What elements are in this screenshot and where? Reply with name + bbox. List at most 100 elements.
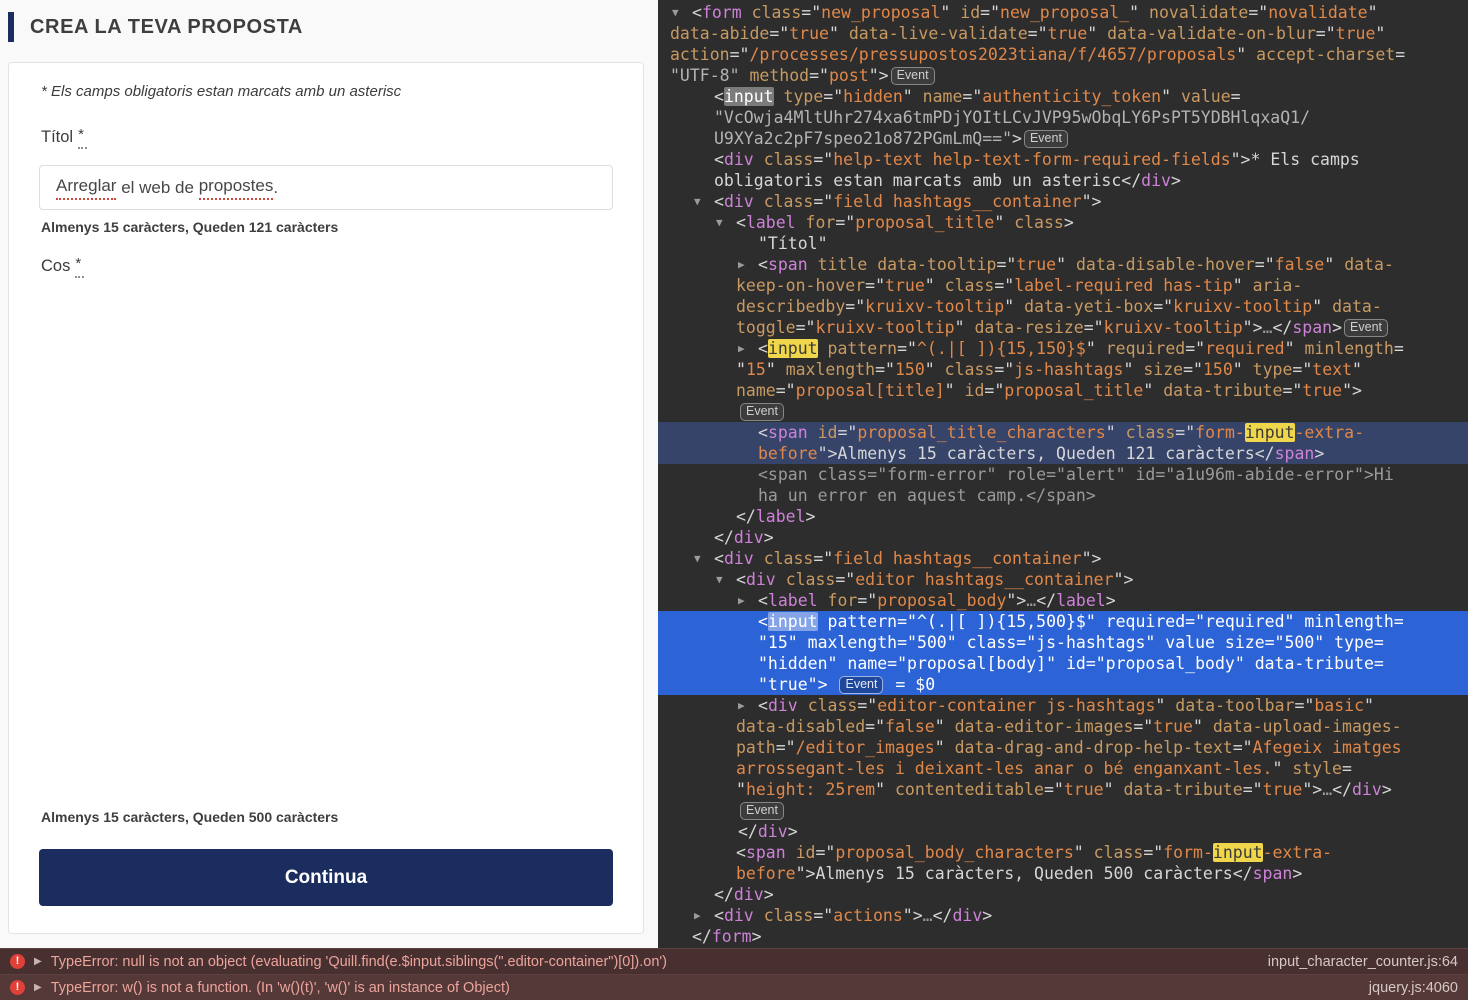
code-token: </ — [738, 822, 758, 841]
error-source-link[interactable]: input_character_counter.js:64 — [1268, 954, 1458, 970]
dom-tree-line[interactable]: "UTF-8" method="post">Event — [658, 65, 1468, 86]
code-token: data- — [1332, 297, 1382, 316]
code-token: < — [758, 591, 768, 610]
code-token: * Els camps — [1250, 150, 1359, 169]
dom-tree-line[interactable]: <input pattern="^(.|[ ]){15,500}$" requi… — [658, 611, 1468, 632]
code-token: div — [746, 570, 776, 589]
dom-tree-line[interactable]: "15" maxlength="500" class="js-hashtags"… — [658, 632, 1468, 653]
code-token: action — [670, 45, 730, 64]
code-token: "> — [869, 66, 889, 85]
dom-tree-line[interactable]: before">Almenys 15 caràcters, Queden 121… — [658, 443, 1468, 464]
dom-tree-line[interactable]: action="/processes/pressupostos2023tiana… — [658, 44, 1468, 65]
expand-triangle-open-icon[interactable]: ▼ — [716, 212, 723, 233]
code-token: id — [818, 423, 838, 442]
dom-tree-line[interactable]: ▼<div class="field hashtags__container"> — [658, 191, 1468, 212]
code-token: span — [1292, 318, 1332, 337]
dom-tree-line[interactable]: ▶<div class="actions">…</div> — [658, 905, 1468, 926]
code-token: new_proposal — [821, 3, 940, 22]
code-token: data-toolbar — [1175, 696, 1294, 715]
dom-tree-line[interactable]: <span class="form-error" role="alert" id… — [658, 464, 1468, 485]
expand-triangle-closed-icon[interactable]: ▶ — [738, 254, 745, 275]
dom-tree-line[interactable]: <div class="help-text help-text-form-req… — [658, 149, 1468, 170]
dom-tree-line[interactable]: path="/editor_images" data-drag-and-drop… — [658, 737, 1468, 758]
disclosure-triangle-icon[interactable]: ▶ — [34, 956, 42, 967]
dom-tree-line[interactable]: Event — [658, 800, 1468, 821]
dom-tree-line[interactable]: "15" maxlength="150" class="js-hashtags"… — [658, 359, 1468, 380]
dom-tree-line[interactable]: data-disabled="false" data-editor-images… — [658, 716, 1468, 737]
dom-tree-line[interactable]: ▼<div class="editor hashtags__container"… — [658, 569, 1468, 590]
continue-button[interactable]: Continua — [39, 849, 613, 906]
code-token: div — [724, 150, 754, 169]
code-token: class — [1094, 843, 1144, 862]
dom-tree-line[interactable]: obligatoris estan marcats amb un asteris… — [658, 170, 1468, 191]
dom-tree-line[interactable]: </div> — [658, 884, 1468, 905]
expand-triangle-open-icon[interactable]: ▼ — [672, 2, 679, 23]
code-token: data-resize — [974, 318, 1083, 337]
event-badge[interactable]: Event — [1024, 130, 1068, 148]
dom-tree-line[interactable]: ▶<input pattern="^(.|[ ]){15,150}$" requ… — [658, 338, 1468, 359]
expand-triangle-open-icon[interactable]: ▼ — [694, 548, 701, 569]
event-badge[interactable]: Event — [891, 67, 935, 85]
event-badge[interactable]: Event — [740, 802, 784, 820]
body-editor-area[interactable] — [39, 291, 613, 801]
dom-tree-line[interactable]: "Títol" — [658, 233, 1468, 254]
code-token: " — [1104, 780, 1124, 799]
dom-tree-line[interactable]: <input type="hidden" name="authenticity_… — [658, 86, 1468, 107]
dom-tree-line[interactable]: </form> — [658, 926, 1468, 947]
dom-tree-line[interactable]: ▶<label for="proposal_body">…</label> — [658, 590, 1468, 611]
code-token: data-validate-on-blur — [1107, 24, 1316, 43]
code-token: </ — [1255, 444, 1275, 463]
dom-tree-line[interactable]: </div> — [658, 821, 1468, 842]
dom-tree-line[interactable]: </label> — [658, 506, 1468, 527]
code-token: div — [724, 906, 754, 925]
code-token: = — [1342, 759, 1352, 778]
dom-tree-line[interactable]: ▶<div class="editor-container js-hashtag… — [658, 695, 1468, 716]
disclosure-triangle-icon[interactable]: ▶ — [34, 982, 42, 993]
code-token: div — [724, 549, 754, 568]
expand-triangle-closed-icon[interactable]: ▶ — [738, 590, 745, 611]
dom-tree-line[interactable]: keep-on-hover="true" class="label-requir… — [658, 275, 1468, 296]
dom-tree-line[interactable]: name="proposal[title]" id="proposal_titl… — [658, 380, 1468, 401]
dom-tree-line[interactable]: data-abide="true" data-live-validate="tr… — [658, 23, 1468, 44]
expand-triangle-closed-icon[interactable]: ▶ — [738, 338, 745, 359]
dom-tree-line[interactable]: before">Almenys 15 caràcters, Queden 500… — [658, 863, 1468, 884]
dom-tree-line[interactable]: toggle="kruixv-tooltip" data-resize="kru… — [658, 317, 1468, 338]
event-badge[interactable]: Event — [1344, 319, 1388, 337]
dom-tree-line[interactable]: "true"> Event = $0 — [658, 674, 1468, 695]
dom-tree-line[interactable]: ▼<div class="field hashtags__container"> — [658, 548, 1468, 569]
dom-tree-line[interactable]: "height: 25rem" contenteditable="true" d… — [658, 779, 1468, 800]
code-token: =" — [1294, 696, 1314, 715]
code-token: " — [1364, 696, 1374, 715]
code-token: = — [1394, 339, 1404, 358]
expand-triangle-closed-icon[interactable]: ▶ — [694, 905, 701, 926]
required-fields-note: * Els camps obligatoris estan marcats am… — [41, 83, 401, 100]
dom-tree-line[interactable]: <span id="proposal_title_characters" cla… — [658, 422, 1468, 443]
event-badge[interactable]: Event — [839, 676, 883, 694]
dom-tree-line[interactable]: Event — [658, 401, 1468, 422]
dom-tree-line[interactable]: <span id="proposal_body_characters" clas… — [658, 842, 1468, 863]
code-token: " — [1004, 297, 1024, 316]
dom-tree-line[interactable]: </div> — [658, 527, 1468, 548]
dom-tree-line[interactable]: U9XYa2c2pF7speo21o872PGmLmQ==">Event — [658, 128, 1468, 149]
code-token: label — [1056, 591, 1106, 610]
console-error-row[interactable]: !▶TypeError: w() is not a function. (In … — [0, 974, 1468, 1000]
event-badge[interactable]: Event — [740, 403, 784, 421]
dom-tree-line[interactable]: "hidden" name="proposal[body]" id="propo… — [658, 653, 1468, 674]
console-error-row[interactable]: !▶TypeError: null is not an object (eval… — [0, 948, 1468, 974]
dom-tree-line[interactable]: ▶<span title data-tooltip="true" data-di… — [658, 254, 1468, 275]
code-token: class — [808, 696, 858, 715]
dom-tree-line[interactable]: ha un error en aquest camp.</span> — [658, 485, 1468, 506]
error-source-link[interactable]: jquery.js:4060 — [1369, 980, 1458, 996]
dom-tree-line[interactable]: ▼<form class="new_proposal" id="new_prop… — [658, 2, 1468, 23]
dom-tree-line[interactable]: ▼<label for="proposal_title" class> — [658, 212, 1468, 233]
dom-tree-line[interactable]: "VcOwja4MltUhr274xa6tmPDjYOItLCvJVP95wOb… — [658, 107, 1468, 128]
dom-tree-line[interactable]: arrossegant-les i deixant-les anar o bé … — [658, 758, 1468, 779]
dom-tree-line[interactable]: describedby="kruixv-tooltip" data-yeti-b… — [658, 296, 1468, 317]
code-token: > — [1382, 780, 1392, 799]
code-token — [818, 339, 828, 358]
expand-triangle-closed-icon[interactable]: ▶ — [738, 695, 745, 716]
expand-triangle-open-icon[interactable]: ▼ — [716, 569, 723, 590]
title-input[interactable]: Arreglar el web de propostes. — [39, 165, 613, 210]
code-token: class — [945, 276, 995, 295]
expand-triangle-open-icon[interactable]: ▼ — [694, 191, 701, 212]
